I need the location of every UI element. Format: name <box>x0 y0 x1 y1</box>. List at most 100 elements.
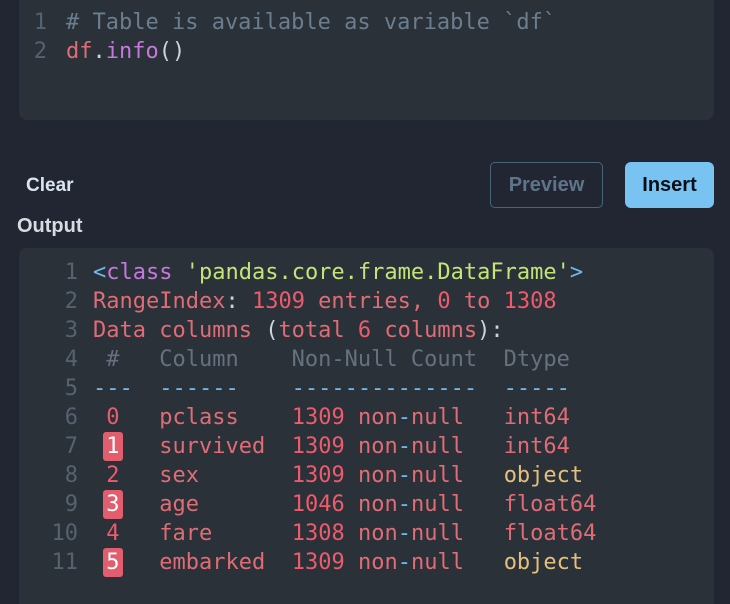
code-segment <box>464 492 504 517</box>
code-segment: non <box>358 463 398 488</box>
code-segment: embarked <box>159 550 265 575</box>
code-segment: > <box>570 260 583 285</box>
code-segment: 1046 <box>292 492 345 517</box>
code-editor[interactable]: 1# Table is available as variable `df`2d… <box>19 0 714 120</box>
code-segment: columns <box>371 318 477 343</box>
code-segment: - <box>398 405 411 430</box>
code-segment <box>464 550 504 575</box>
editor-line[interactable]: 1# Table is available as variable `df` <box>19 8 714 37</box>
code-text[interactable]: # Table is available as variable `df` <box>66 8 556 37</box>
output-line: 11 5 embarked 1309 non-null object <box>19 548 714 577</box>
line-number: 2 <box>19 287 78 316</box>
code-segment: null <box>411 550 464 575</box>
line-number: 4 <box>19 345 78 374</box>
code-segment: non <box>358 434 398 459</box>
code-segment: # Table is available as variable `df` <box>66 10 556 35</box>
code-text: RangeIndex: 1309 entries, 0 to 1308 <box>93 287 557 316</box>
code-segment: entries, <box>305 289 437 314</box>
code-segment <box>345 492 358 517</box>
code-segment: () <box>159 39 186 64</box>
output-section-label: Output <box>17 215 83 238</box>
code-segment: - <box>398 434 411 459</box>
code-segment: to <box>451 289 504 314</box>
line-number: 5 <box>19 374 78 403</box>
code-segment <box>464 463 504 488</box>
line-number: 3 <box>19 316 78 345</box>
editor-line[interactable]: 2 df.info() <box>19 37 714 66</box>
code-segment: Data columns <box>93 318 265 343</box>
output-line: 9 3 age 1046 non-null float64 <box>19 490 714 519</box>
output-line: 7 1 survived 1309 non-null int64 <box>19 432 714 461</box>
code-text: 4 fare 1308 non-null float64 <box>93 519 596 548</box>
code-segment: info <box>106 39 159 64</box>
line-number: 8 <box>19 461 78 490</box>
code-segment: RangeIndex <box>93 289 225 314</box>
output-line: 4 # Column Non-Null Count Dtype <box>19 345 714 374</box>
code-text: <class 'pandas.core.frame.DataFrame'> <box>93 258 583 287</box>
code-segment <box>172 260 185 285</box>
code-segment: object <box>504 463 583 488</box>
code-segment <box>120 492 160 517</box>
code-segment: non <box>358 521 398 546</box>
code-segment: 1308 <box>292 521 345 546</box>
preview-button[interactable]: Preview <box>490 162 603 208</box>
code-segment <box>93 405 106 430</box>
code-segment <box>265 550 292 575</box>
code-segment <box>239 405 292 430</box>
code-segment <box>120 521 160 546</box>
code-text[interactable]: df.info() <box>66 37 185 66</box>
code-segment: 6 <box>358 318 371 343</box>
code-segment <box>265 434 292 459</box>
code-segment: int64 <box>504 434 570 459</box>
code-segment <box>345 405 358 430</box>
code-segment <box>120 463 160 488</box>
output-line: 1 <class 'pandas.core.frame.DataFrame'> <box>19 258 714 287</box>
code-segment <box>93 463 106 488</box>
code-text: 2 sex 1309 non-null object <box>93 461 583 490</box>
code-segment: ( <box>265 318 278 343</box>
line-number: 2 <box>19 37 47 66</box>
code-segment: null <box>411 434 464 459</box>
code-segment: 1309 <box>252 289 305 314</box>
code-segment <box>212 521 291 546</box>
code-segment <box>93 521 106 546</box>
clear-button[interactable]: Clear <box>26 175 74 197</box>
code-segment: --- ------ -------------- ----- <box>93 376 570 401</box>
output-line: 5 --- ------ -------------- ----- <box>19 374 714 403</box>
code-segment: age <box>159 492 199 517</box>
code-segment: 'pandas.core.frame.DataFrame' <box>186 260 570 285</box>
code-segment: null <box>411 521 464 546</box>
code-segment: survived <box>159 434 265 459</box>
code-segment: 1309 <box>292 550 345 575</box>
code-segment <box>120 550 160 575</box>
code-segment: : <box>225 289 252 314</box>
code-segment <box>199 492 292 517</box>
line-number: 10 <box>19 519 78 548</box>
code-segment: 1308 <box>504 289 557 314</box>
line-number: 1 <box>19 258 78 287</box>
output-line: 2 RangeIndex: 1309 entries, 0 to 1308 <box>19 287 714 316</box>
code-segment <box>345 550 358 575</box>
line-number: 9 <box>19 490 78 519</box>
code-segment: 0 <box>437 289 450 314</box>
code-segment: object <box>504 550 583 575</box>
code-segment: 1309 <box>292 405 345 430</box>
line-number: 7 <box>19 432 78 461</box>
code-segment: ): <box>477 318 504 343</box>
code-segment: . <box>93 39 106 64</box>
code-segment <box>120 434 160 459</box>
code-segment: - <box>398 550 411 575</box>
insert-button[interactable]: Insert <box>625 162 714 208</box>
line-number: 6 <box>19 403 78 432</box>
code-text: Data columns (total 6 columns): <box>93 316 504 345</box>
code-segment: null <box>411 463 464 488</box>
line-number: 11 <box>19 548 78 577</box>
code-segment: 1309 <box>292 463 345 488</box>
code-segment: 2 <box>106 463 119 488</box>
output-console: 1<class 'pandas.core.frame.DataFrame'>2R… <box>19 248 714 604</box>
code-text: 1 survived 1309 non-null int64 <box>93 432 570 461</box>
code-segment: float64 <box>504 492 597 517</box>
code-text: 0 pclass 1309 non-null int64 <box>93 403 570 432</box>
code-segment: int64 <box>504 405 570 430</box>
code-segment: total <box>278 318 357 343</box>
